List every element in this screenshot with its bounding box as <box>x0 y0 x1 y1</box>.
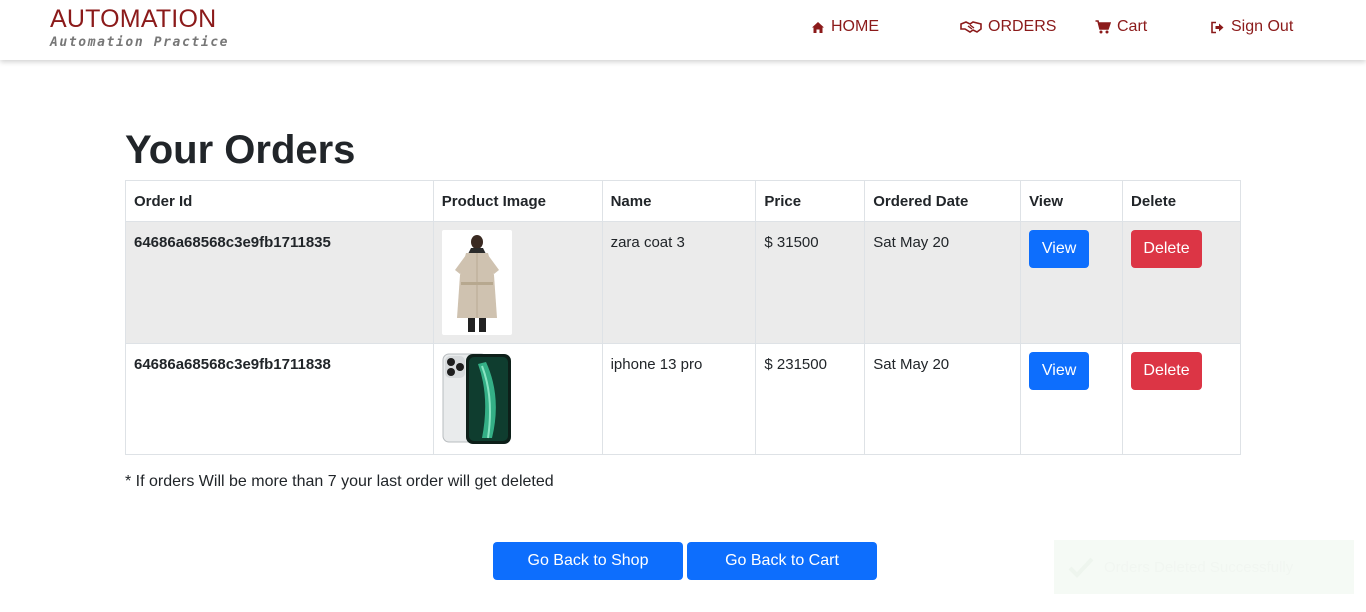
nav-cart[interactable]: Cart <box>1095 18 1147 36</box>
page-title: Your Orders <box>125 128 356 172</box>
price-cell: $ 231500 <box>755 343 866 455</box>
view-cell: View <box>1020 221 1124 344</box>
go-back-to-shop-button[interactable]: Go Back to Shop <box>493 542 683 580</box>
view-button[interactable]: View <box>1029 230 1090 268</box>
product-name-cell: iphone 13 pro <box>601 343 757 455</box>
brand-logo[interactable]: AUTOMATION Automation Practice <box>50 5 229 50</box>
orders-limit-note: * If orders Will be more than 7 your las… <box>125 473 554 490</box>
phone-product-image <box>441 352 512 446</box>
toast-notification[interactable]: Orders Deleted Successfully <box>1054 540 1354 594</box>
header-ordered-date: Ordered Date <box>864 180 1022 222</box>
table-row: 64686a68568c3e9fb1711835 zara coat 3 $ 3… <box>125 221 1241 344</box>
price-cell: $ 31500 <box>755 221 866 344</box>
brand-title: AUTOMATION <box>50 5 217 33</box>
nav-sign-out-label: Sign Out <box>1231 18 1294 35</box>
nav-home-label: HOME <box>831 18 879 35</box>
header-product-image: Product Image <box>432 180 603 222</box>
table-header-row: Order Id Product Image Name Price Ordere… <box>125 180 1241 222</box>
header-delete: Delete <box>1122 180 1241 222</box>
delete-cell: Delete <box>1122 221 1241 344</box>
coat-product-image <box>441 230 512 335</box>
view-cell: View <box>1020 343 1124 455</box>
nav-orders[interactable]: ORDERS <box>960 18 1056 36</box>
handshake-icon <box>960 21 982 33</box>
delete-button[interactable]: Delete <box>1131 352 1203 390</box>
ordered-date-cell: Sat May 20 <box>864 343 1022 455</box>
nav-orders-label: ORDERS <box>988 18 1057 35</box>
ordered-date-cell: Sat May 20 <box>864 221 1022 344</box>
nav-sign-out[interactable]: Sign Out <box>1210 18 1293 36</box>
product-image-cell <box>432 343 603 455</box>
delete-button[interactable]: Delete <box>1131 230 1203 268</box>
top-navbar: AUTOMATION Automation Practice HOME ORDE… <box>0 0 1366 60</box>
nav-home[interactable]: HOME <box>811 18 879 36</box>
brand-subtitle: Automation Practice <box>50 35 230 50</box>
table-row: 64686a68568c3e9fb1711838 iphone 13 pro $… <box>125 343 1241 455</box>
view-button[interactable]: View <box>1029 352 1090 390</box>
nav-cart-label: Cart <box>1117 18 1148 35</box>
header-name: Name <box>601 180 757 222</box>
delete-cell: Delete <box>1122 343 1241 455</box>
header-view: View <box>1020 180 1124 222</box>
toast-message: Orders Deleted Successfully <box>1104 558 1294 576</box>
go-back-to-cart-button[interactable]: Go Back to Cart <box>687 542 877 580</box>
product-name-cell: zara coat 3 <box>601 221 757 344</box>
order-id-cell: 64686a68568c3e9fb1711835 <box>125 221 434 344</box>
cart-icon <box>1095 20 1111 34</box>
home-icon <box>812 21 824 33</box>
header-price: Price <box>755 180 866 222</box>
order-id-cell: 64686a68568c3e9fb1711838 <box>125 343 434 455</box>
orders-table: Order Id Product Image Name Price Ordere… <box>125 180 1241 455</box>
sign-out-icon <box>1211 21 1224 33</box>
product-image-cell <box>432 221 603 344</box>
check-icon <box>1068 557 1094 578</box>
header-order-id: Order Id <box>125 180 434 222</box>
